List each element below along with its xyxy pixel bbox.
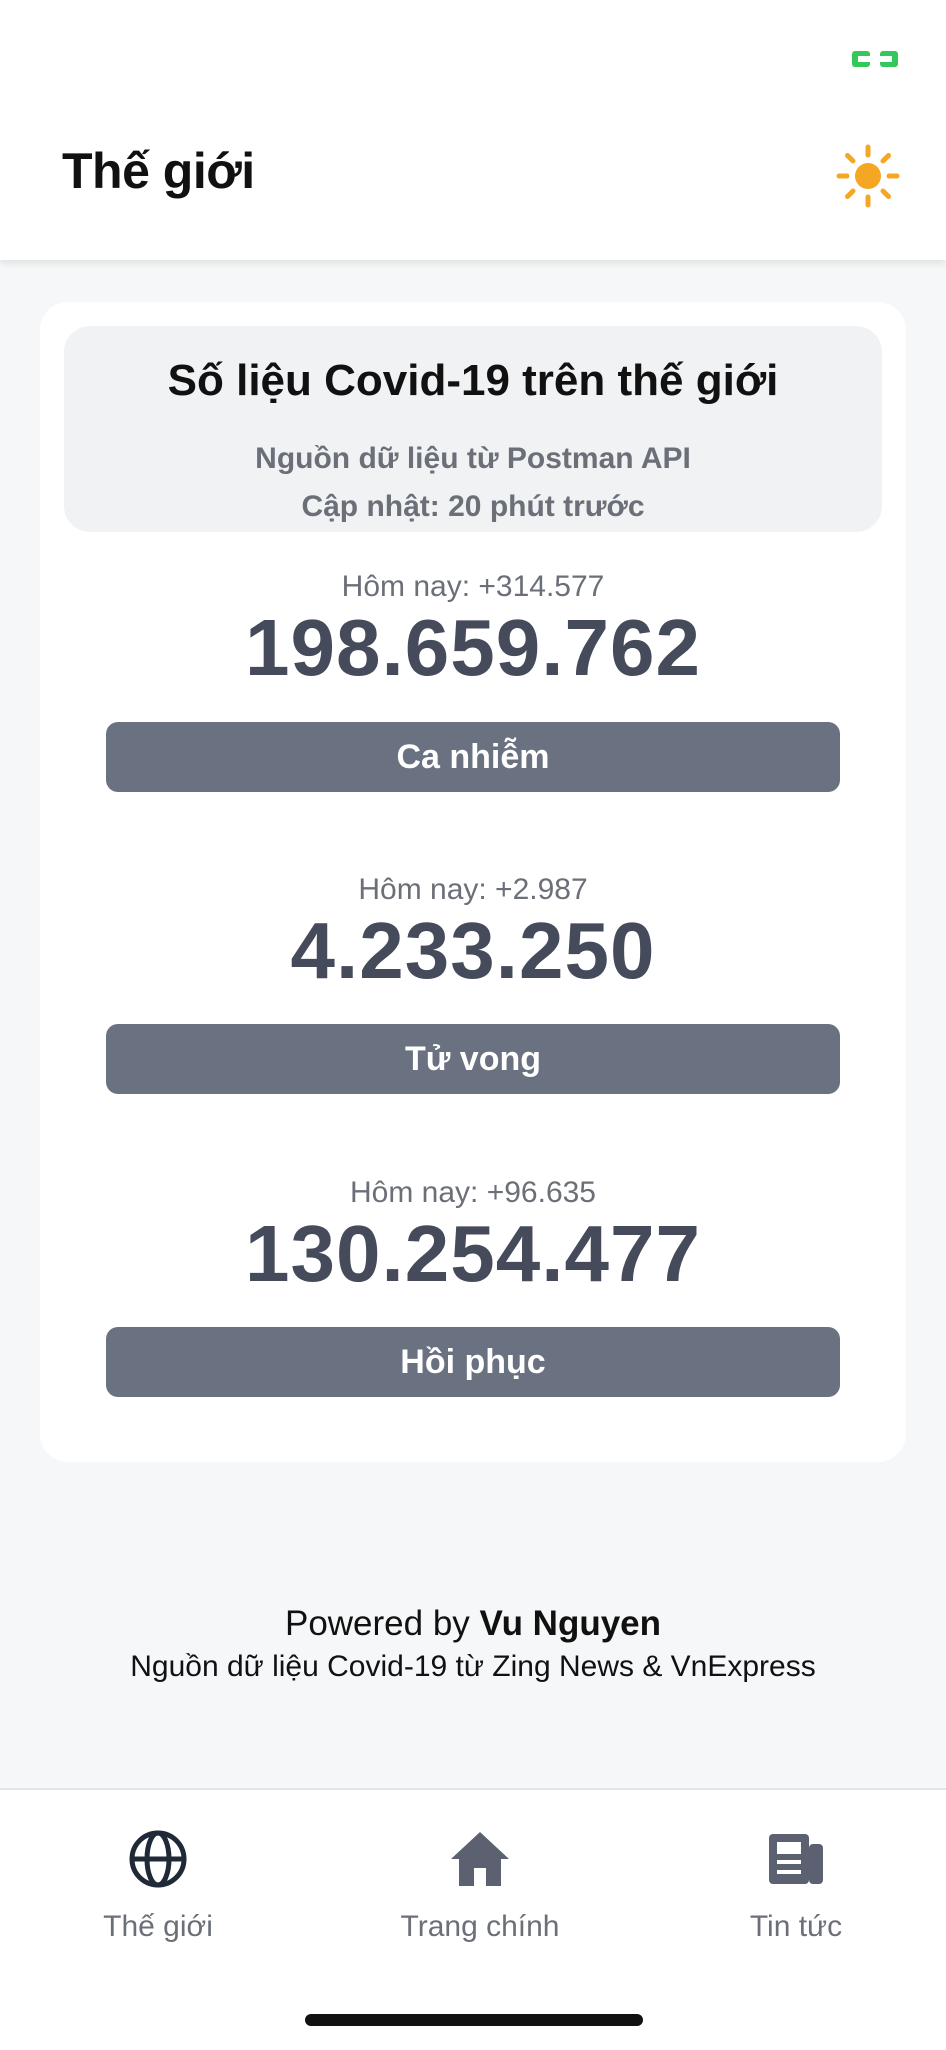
stat-value: 130.254.477 — [245, 1209, 701, 1298]
stat-deaths: Hôm nay: +2.987 4.233.250 — [40, 873, 906, 997]
stat-today-delta: Hôm nay: +314.577 — [341, 570, 605, 603]
infections-button[interactable]: Ca nhiễm — [106, 722, 840, 792]
globe-icon — [129, 1830, 187, 1888]
footer: Powered by Vu Nguyen Nguồn dữ liệu Covid… — [0, 1604, 946, 1684]
summary-source: Nguồn dữ liệu từ Postman API — [255, 442, 691, 475]
home-indicator — [305, 2014, 643, 2026]
deaths-button[interactable]: Tử vong — [106, 1024, 840, 1094]
screen-recording-icon — [852, 51, 898, 67]
tab-label: Trang chính — [400, 1910, 560, 1943]
footer-source: Nguồn dữ liệu Covid-19 từ Zing News & Vn… — [130, 1650, 816, 1683]
app-header: Thế giới — [0, 110, 946, 260]
stat-infections: Hôm nay: +314.577 198.659.762 — [40, 570, 906, 694]
newspaper-icon — [769, 1834, 823, 1884]
status-bar — [0, 0, 946, 110]
summary-title: Số liệu Covid-19 trên thế giới — [167, 356, 779, 405]
stat-today-delta: Hôm nay: +96.635 — [350, 1176, 596, 1209]
powered-by: Powered by Vu Nguyen — [0, 1604, 946, 1644]
summary-header: Số liệu Covid-19 trên thế giới Nguồn dữ … — [64, 326, 882, 532]
stat-recovered: Hôm nay: +96.635 130.254.477 — [40, 1176, 906, 1300]
page-title: Thế giới — [62, 143, 255, 199]
sun-icon[interactable] — [836, 144, 900, 208]
tab-home[interactable]: Trang chính — [350, 1828, 610, 1944]
home-icon — [451, 1832, 509, 1886]
stat-today-delta: Hôm nay: +2.987 — [358, 873, 588, 906]
powered-by-prefix: Powered by — [284, 1604, 470, 1643]
tab-world[interactable]: Thế giới — [28, 1828, 288, 1944]
stat-value: 4.233.250 — [290, 906, 656, 995]
tab-label: Thế giới — [103, 1910, 213, 1943]
tab-label: Tin tức — [749, 1910, 843, 1943]
author-name: Vu Nguyen — [479, 1604, 662, 1643]
stats-card: Số liệu Covid-19 trên thế giới Nguồn dữ … — [40, 302, 906, 1462]
bottom-tab-bar: Thế giới Trang chính Tin tức — [0, 1788, 946, 2050]
stat-value: 198.659.762 — [245, 603, 701, 692]
recovered-button[interactable]: Hồi phục — [106, 1327, 840, 1397]
tab-news[interactable]: Tin tức — [666, 1828, 926, 1944]
summary-updated: Cập nhật: 20 phút trước — [301, 490, 645, 523]
